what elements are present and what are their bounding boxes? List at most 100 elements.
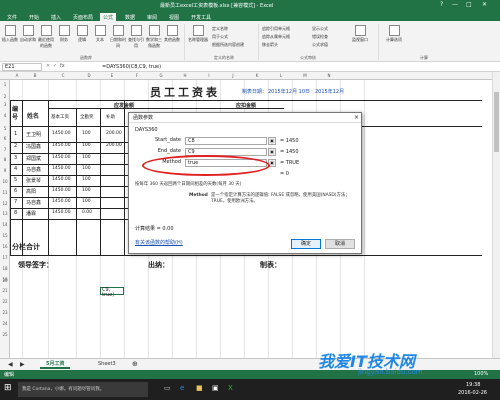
edge-icon[interactable]: e — [180, 384, 184, 392]
cell-name[interactable]: 高阳 — [26, 188, 36, 195]
row-header[interactable]: 1 — [0, 82, 10, 87]
row-header[interactable]: 25 — [0, 332, 10, 337]
cell-name[interactable]: 冯国鑫 — [26, 143, 41, 150]
column-header[interactable]: I — [198, 73, 220, 78]
dialog-close-icon[interactable]: × — [354, 113, 359, 123]
row-header[interactable]: 21 — [0, 288, 10, 293]
scroll-thumb[interactable] — [494, 92, 499, 152]
insert-function-button[interactable]: 插入函数 — [2, 25, 18, 43]
cell-no[interactable]: 5 — [14, 177, 17, 183]
row-header[interactable]: 15 — [0, 233, 10, 238]
cell-allowance[interactable]: 0.00 — [82, 210, 92, 215]
check-icon[interactable]: ✓ — [53, 63, 57, 69]
text-button[interactable]: 文本 — [92, 25, 108, 43]
trace-precedents-button[interactable]: 追踪引用单元格 — [262, 26, 290, 32]
cell-name[interactable]: 张景琴 — [26, 177, 41, 184]
help-button[interactable]: ? — [440, 1, 443, 8]
row-header[interactable]: 8 — [0, 157, 10, 162]
maximize-button[interactable]: □ — [466, 1, 472, 8]
store-icon[interactable]: ▣ — [212, 384, 219, 392]
cell-allowance[interactable]: 100 — [82, 188, 91, 193]
cell-name[interactable]: 潘霖 — [26, 210, 36, 217]
cell-name[interactable]: 马自鑫 — [26, 166, 41, 173]
row-header[interactable]: 18 — [0, 266, 10, 271]
remove-arrows-button[interactable]: 移去箭头 — [262, 42, 278, 48]
row-header[interactable]: 3 — [0, 102, 10, 107]
trace-dependents-button[interactable]: 追踪从属单元格 — [262, 34, 290, 40]
calc-options-button[interactable]: 计算选项 — [384, 25, 404, 43]
task-view-icon[interactable]: ▭ — [164, 384, 171, 392]
row-header[interactable]: 9 — [0, 168, 10, 173]
column-header[interactable]: E — [100, 73, 124, 78]
financial-button[interactable]: 财务 — [56, 25, 72, 43]
row-header[interactable]: 24 — [0, 321, 10, 326]
excel-taskbar-icon[interactable]: X — [228, 384, 233, 392]
column-header[interactable]: F — [126, 73, 148, 78]
cell-no[interactable]: 2 — [14, 143, 17, 149]
active-cell[interactable]: C9, true) — [100, 287, 124, 298]
more-functions-button[interactable]: 其他函数 — [164, 25, 180, 43]
cell-allowance[interactable]: 100 — [82, 166, 91, 171]
math-trig-button[interactable]: 数学和三角函数 — [146, 25, 162, 49]
cell-base[interactable]: 1450.00 — [52, 155, 71, 160]
row-header[interactable]: 5 — [0, 126, 10, 131]
row-header[interactable]: 20 — [0, 278, 10, 283]
create-from-selection-button[interactable]: 根据所选内容创建 — [212, 42, 244, 48]
cell-no[interactable]: 7 — [14, 199, 17, 205]
row-header[interactable]: 12 — [0, 201, 10, 206]
tab-scroll-right-icon[interactable]: ▶ — [14, 360, 31, 369]
cell-bonus[interactable]: 200.00 — [106, 131, 122, 136]
row-header[interactable]: 22 — [0, 299, 10, 304]
sheet-tab[interactable]: Sheet3 — [92, 360, 122, 369]
zoom-level[interactable]: 100% — [474, 371, 488, 377]
autosum-button[interactable]: 自动求和 — [20, 25, 36, 43]
cell-name[interactable]: 王卫明 — [26, 131, 41, 138]
cell-base[interactable]: 1450.00 — [52, 210, 71, 215]
ok-button[interactable]: 确定 — [291, 239, 321, 249]
define-name-button[interactable]: 定义名称 — [212, 26, 228, 32]
windows-start-icon[interactable]: ⊞ — [4, 383, 12, 393]
row-header[interactable]: 7 — [0, 147, 10, 152]
row-header[interactable]: 14 — [0, 222, 10, 227]
row-header[interactable]: 4 — [0, 113, 10, 118]
column-header[interactable]: K — [246, 73, 268, 78]
column-header[interactable]: G — [150, 73, 172, 78]
column-header[interactable]: C — [50, 73, 76, 78]
cell-allowance[interactable]: 100 — [82, 155, 91, 160]
row-header[interactable]: 17 — [0, 255, 10, 260]
collapse-icon[interactable]: ▣ — [268, 137, 276, 145]
cell-no[interactable]: 8 — [14, 210, 17, 216]
column-header[interactable]: J — [222, 73, 244, 78]
row-header[interactable]: 23 — [0, 310, 10, 315]
folder-icon[interactable]: ■ — [196, 384, 203, 392]
vertical-scrollbar[interactable] — [492, 72, 500, 358]
cell-allowance[interactable]: 100 — [82, 199, 91, 204]
row-header[interactable]: 6 — [0, 136, 10, 141]
recent-functions-button[interactable]: 最近使用的函数 — [38, 25, 54, 49]
column-header[interactable]: H — [174, 73, 196, 78]
cortana-search-box[interactable]: 我是 Cortana，小娜。有问题尽管问我。 — [18, 382, 148, 397]
column-header[interactable]: M — [294, 73, 316, 78]
add-sheet-icon[interactable]: ⊕ — [126, 360, 144, 369]
row-header[interactable]: 10 — [0, 179, 10, 184]
collapse-icon[interactable]: ▣ — [268, 148, 276, 156]
start-date-input[interactable]: C8 — [185, 137, 267, 145]
show-formulas-button[interactable]: 显示公式 — [312, 26, 328, 32]
name-box[interactable]: E21 — [2, 63, 42, 71]
close-button[interactable]: ✕ — [482, 1, 487, 8]
watch-window-button[interactable]: 监视窗口 — [350, 25, 370, 43]
lookup-button[interactable]: 查找与引用 — [128, 25, 144, 49]
row-header[interactable]: 13 — [0, 211, 10, 216]
cell-base[interactable]: 1450.00 — [52, 166, 71, 171]
evaluate-formula-button[interactable]: 公式求值 — [312, 42, 328, 48]
cell-base[interactable]: 1450.00 — [52, 143, 71, 148]
cell-name[interactable]: 郑国斌 — [26, 155, 41, 162]
column-header[interactable]: B — [24, 73, 46, 78]
row-header[interactable]: 16 — [0, 244, 10, 249]
cell-no[interactable]: 3 — [14, 155, 17, 161]
cell-base[interactable]: 1450.00 — [52, 131, 71, 136]
cell-bonus[interactable]: 200.00 — [106, 143, 122, 148]
date-time-button[interactable]: 日期和时间 — [110, 25, 126, 49]
name-manager-button[interactable]: 名称管理器 — [188, 25, 208, 43]
sheet-tab[interactable]: 5月工资 — [40, 360, 71, 369]
